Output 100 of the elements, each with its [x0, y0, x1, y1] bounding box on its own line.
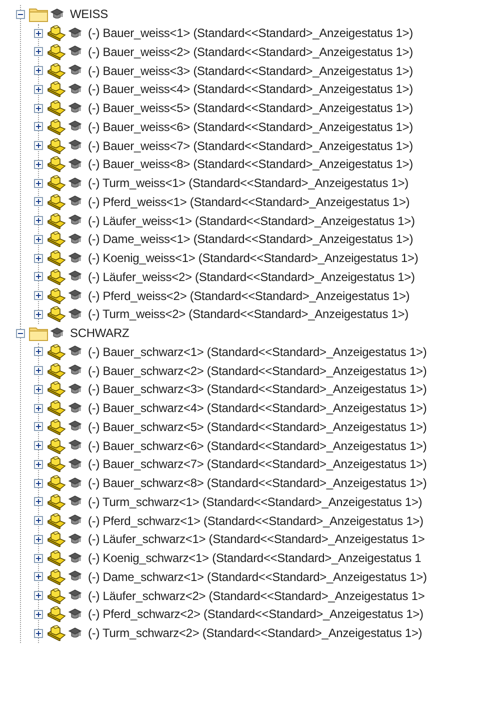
blocks-icon [47, 25, 66, 42]
blocks-icon [47, 250, 66, 266]
expand-toggle[interactable] [34, 610, 43, 619]
expand-toggle[interactable] [34, 254, 43, 263]
expand-toggle[interactable] [34, 234, 43, 244]
expand-toggle[interactable] [16, 328, 25, 338]
tree-item-label[interactable]: (-) Bauer_weiss<6> (Standard<<Standard>_Anzeigestatus 1>) [88, 120, 413, 134]
tree-item-label[interactable]: (-) Pferd_schwarz<2> (Standard<<Standard>_Anzeigestatus 1>) [88, 607, 424, 622]
expand-toggle[interactable] [34, 591, 43, 600]
tree-item-label[interactable]: (-) Bauer_weiss<5> (Standard<<Standard>_Anzeigestatus 1>) [88, 101, 413, 116]
graduation-cap-icon [68, 214, 82, 228]
graduation-cap-icon [68, 458, 82, 471]
blocks-icon [47, 438, 66, 454]
tree-item-label[interactable]: (-) Läufer_schwarz<2> (Standard<<Standard>_Anzeigestatus 1> [88, 588, 425, 603]
tree-item-label[interactable]: (-) Pferd_schwarz<1> (Standard<<Standard>_Anzeigestatus 1>) [88, 514, 424, 528]
expand-toggle[interactable] [34, 534, 43, 544]
expand-toggle[interactable] [34, 291, 43, 300]
expand-toggle[interactable] [34, 554, 43, 563]
graduation-cap-icon [68, 252, 82, 265]
graduation-cap-icon [68, 232, 82, 246]
expand-toggle[interactable] [34, 197, 43, 206]
expand-toggle[interactable] [34, 178, 43, 188]
expand-toggle[interactable] [34, 84, 43, 94]
tree-item-label[interactable]: (-) Koenig_weiss<1> (Standard<<Standard>_Anzeigestatus 1>) [88, 251, 418, 266]
tree-item-label[interactable]: (-) Bauer_schwarz<8> (Standard<<Standard>_Anzeigestatus 1>) [88, 476, 427, 490]
blocks-icon [47, 475, 66, 492]
graduation-cap-icon [68, 608, 82, 621]
blocks-icon [47, 381, 66, 398]
expand-toggle[interactable] [34, 478, 43, 488]
tree-item-label[interactable]: (-) Dame_schwarz<1> (Standard<<Standard>_Anzeigestatus 1>) [88, 570, 427, 584]
expand-toggle[interactable] [34, 272, 43, 282]
expand-toggle[interactable] [34, 47, 43, 56]
tree-item-label[interactable]: (-) Bauer_weiss<3> (Standard<<Standard>_Anzeigestatus 1>) [88, 64, 413, 78]
tree-item-label[interactable]: (-) Bauer_weiss<8> (Standard<<Standard>_Anzeigestatus 1>) [88, 157, 413, 172]
tree-item-label[interactable]: (-) Bauer_schwarz<7> (Standard<<Standard>_Anzeigestatus 1>) [88, 457, 427, 472]
graduation-cap-icon [68, 120, 82, 134]
tree-item-label[interactable]: WEISS [70, 7, 108, 22]
tree-item-label[interactable]: (-) Bauer_schwarz<1> (Standard<<Standard>_Anzeigestatus 1>) [88, 344, 427, 359]
expand-toggle[interactable] [16, 10, 25, 19]
expand-toggle[interactable] [34, 497, 43, 506]
graduation-cap-icon [68, 82, 82, 96]
graduation-cap-icon [50, 326, 64, 340]
tree-item-label[interactable]: (-) Läufer_weiss<2> (Standard<<Standard>_Anzeigestatus 1>) [88, 270, 415, 284]
tree-item-label[interactable]: (-) Bauer_weiss<7> (Standard<<Standard>_Anzeigestatus 1>) [88, 138, 413, 153]
blocks-icon [47, 288, 66, 304]
graduation-cap-icon [68, 402, 82, 415]
tree-item-label[interactable]: (-) Turm_schwarz<2> (Standard<<Standard>_Anzeigestatus 1>) [88, 626, 422, 640]
expand-toggle[interactable] [34, 460, 43, 469]
expand-toggle[interactable] [34, 104, 43, 113]
tree-item-label[interactable]: (-) Pferd_weiss<1> (Standard<<Standard>_Anzeigestatus 1>) [88, 194, 410, 209]
blocks-icon [47, 606, 66, 622]
tree-item-label[interactable]: (-) Bauer_schwarz<2> (Standard<<Standard>_Anzeigestatus 1>) [88, 364, 427, 378]
tree-item-label[interactable]: (-) Dame_weiss<1> (Standard<<Standard>_Anzeigestatus 1>) [88, 232, 414, 246]
graduation-cap-icon [68, 439, 82, 452]
blocks-icon [47, 418, 66, 435]
expand-toggle[interactable] [34, 347, 43, 356]
tree-item-label[interactable]: (-) Läufer_weiss<1> (Standard<<Standard>_Anzeigestatus 1>) [88, 214, 415, 228]
tree-item-label[interactable]: SCHWARZ [70, 326, 130, 340]
expand-toggle[interactable] [34, 122, 43, 132]
tree-item-label[interactable]: (-) Bauer_weiss<4> (Standard<<Standard>_Anzeigestatus 1>) [88, 82, 413, 96]
expand-toggle[interactable] [34, 516, 43, 526]
tree-item-label[interactable]: (-) Bauer_schwarz<4> (Standard<<Standard>_Anzeigestatus 1>) [88, 401, 427, 416]
blocks-icon [47, 588, 66, 604]
tree-item-label[interactable]: (-) Bauer_weiss<1> (Standard<<Standard>_Anzeigestatus 1>) [88, 26, 413, 40]
expand-toggle[interactable] [34, 441, 43, 450]
expand-toggle[interactable] [34, 160, 43, 169]
expand-toggle[interactable] [34, 66, 43, 76]
blocks-icon [47, 344, 66, 360]
expand-toggle[interactable] [34, 310, 43, 319]
graduation-cap-icon [68, 64, 82, 78]
expand-toggle[interactable] [34, 404, 43, 413]
tree-item-label[interactable]: (-) Bauer_schwarz<5> (Standard<<Standard>_Anzeigestatus 1>) [88, 420, 427, 434]
tree-item-label[interactable]: (-) Bauer_weiss<2> (Standard<<Standard>_Anzeigestatus 1>) [88, 44, 413, 59]
blocks-icon [47, 212, 66, 229]
expand-toggle[interactable] [34, 572, 43, 582]
expand-toggle[interactable] [34, 216, 43, 226]
blocks-icon [47, 81, 66, 98]
tree-item-label[interactable]: (-) Turm_weiss<2> (Standard<<Standard>_Anzeigestatus 1>) [88, 307, 408, 322]
blocks-icon [47, 100, 66, 116]
expand-toggle[interactable] [34, 366, 43, 376]
tree-item-label[interactable]: (-) Koenig_schwarz<1> (Standard<<Standard>_Anzeigestatus 1 [88, 551, 422, 566]
blocks-icon [47, 62, 66, 79]
expand-toggle[interactable] [34, 141, 43, 150]
tree-item-label[interactable]: (-) Bauer_schwarz<3> (Standard<<Standard>_Anzeigestatus 1>) [88, 382, 427, 396]
expand-toggle[interactable] [34, 628, 43, 638]
graduation-cap-icon [68, 270, 82, 284]
tree-item-label[interactable]: (-) Turm_schwarz<1> (Standard<<Standard>_Anzeigestatus 1>) [88, 494, 422, 509]
graduation-cap-icon [68, 552, 82, 565]
expand-toggle[interactable] [34, 384, 43, 394]
blocks-icon [47, 44, 66, 60]
graduation-cap-icon [68, 26, 82, 40]
tree-item-label[interactable]: (-) Läufer_schwarz<1> (Standard<<Standard>_Anzeigestatus 1> [88, 532, 425, 546]
blocks-icon [47, 550, 66, 566]
tree-item-label[interactable]: (-) Bauer_schwarz<6> (Standard<<Standard>_Anzeigestatus 1>) [88, 438, 427, 453]
tree-item-label[interactable]: (-) Pferd_weiss<2> (Standard<<Standard>_Anzeigestatus 1>) [88, 288, 410, 303]
blocks-icon [47, 231, 66, 248]
expand-toggle[interactable] [34, 28, 43, 38]
expand-toggle[interactable] [34, 422, 43, 432]
tree-item-label[interactable]: (-) Turm_weiss<1> (Standard<<Standard>_Anzeigestatus 1>) [88, 176, 408, 190]
graduation-cap-icon [68, 176, 82, 190]
